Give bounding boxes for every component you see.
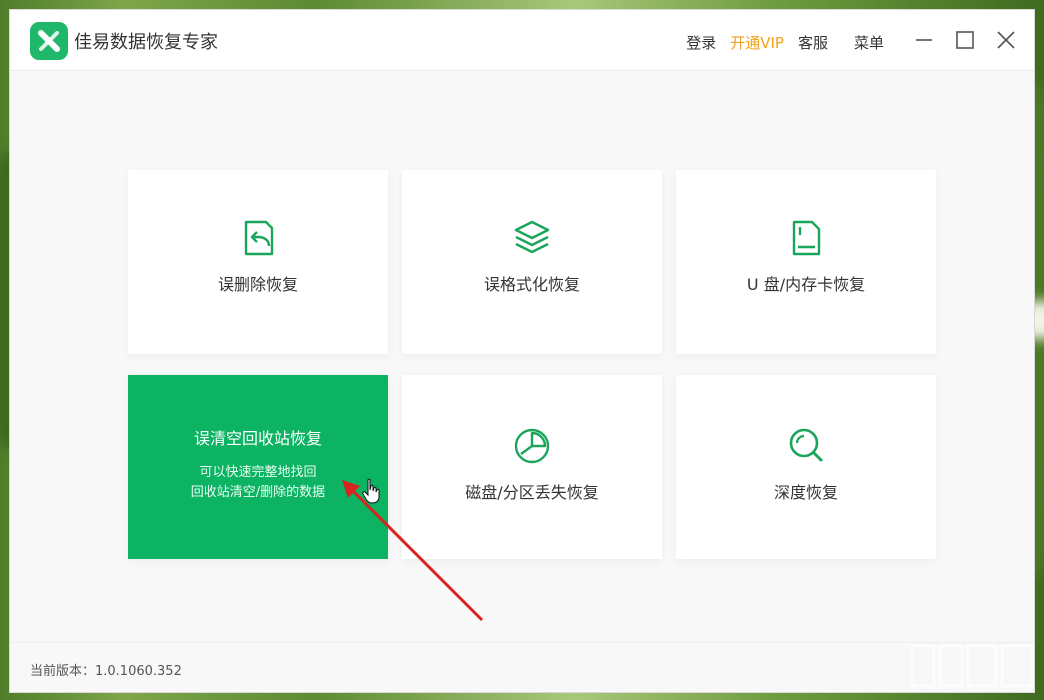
- layers-icon: [514, 220, 550, 254]
- login-link[interactable]: 登录: [686, 32, 716, 53]
- top-nav: 登录 开通VIP 客服 菜单: [672, 32, 884, 53]
- card-label: 误删除恢复: [217, 275, 298, 294]
- magnifier-icon: [789, 428, 823, 462]
- file-restore-icon: [244, 220, 274, 256]
- version-label: 当前版本：1.0.1060.352: [30, 664, 182, 679]
- menu-link[interactable]: 菜单: [854, 32, 884, 53]
- close-icon: [997, 31, 1015, 49]
- minimize-icon: [916, 39, 932, 41]
- card-label: U 盘/内存卡恢复: [746, 275, 866, 294]
- card-usb-sd-recovery[interactable]: U 盘/内存卡恢复: [676, 170, 936, 354]
- sd-card-icon: [792, 220, 821, 256]
- maximize-icon: [956, 31, 974, 49]
- card-label: 深度恢复: [773, 483, 838, 502]
- footer-divider: [10, 642, 1034, 643]
- card-label: 误清空回收站恢复: [193, 429, 322, 448]
- card-deep-recovery[interactable]: 深度恢复: [676, 375, 936, 559]
- pie-chart-icon: [514, 428, 550, 464]
- card-deleted-recovery[interactable]: 误删除恢复: [128, 170, 388, 354]
- card-format-recovery[interactable]: 误格式化恢复: [402, 170, 662, 354]
- hand-cursor-icon: [362, 478, 380, 504]
- minimize-button[interactable]: [910, 26, 938, 54]
- service-link[interactable]: 客服: [798, 32, 828, 53]
- app-title: 佳易数据恢复专家: [74, 32, 218, 53]
- vip-link[interactable]: 开通VIP: [730, 32, 784, 53]
- card-label: 误格式化恢复: [483, 275, 580, 294]
- app-window: 佳易数据恢复专家 登录 开通VIP 客服 菜单 误删除恢复 误格式化恢复 U 盘…: [10, 10, 1034, 692]
- maximize-button[interactable]: [951, 26, 979, 54]
- app-logo-icon: [30, 22, 68, 60]
- close-button[interactable]: [992, 26, 1020, 54]
- watermark-logo: [910, 640, 1036, 694]
- title-bar: 佳易数据恢复专家 登录 开通VIP 客服 菜单: [10, 10, 1034, 71]
